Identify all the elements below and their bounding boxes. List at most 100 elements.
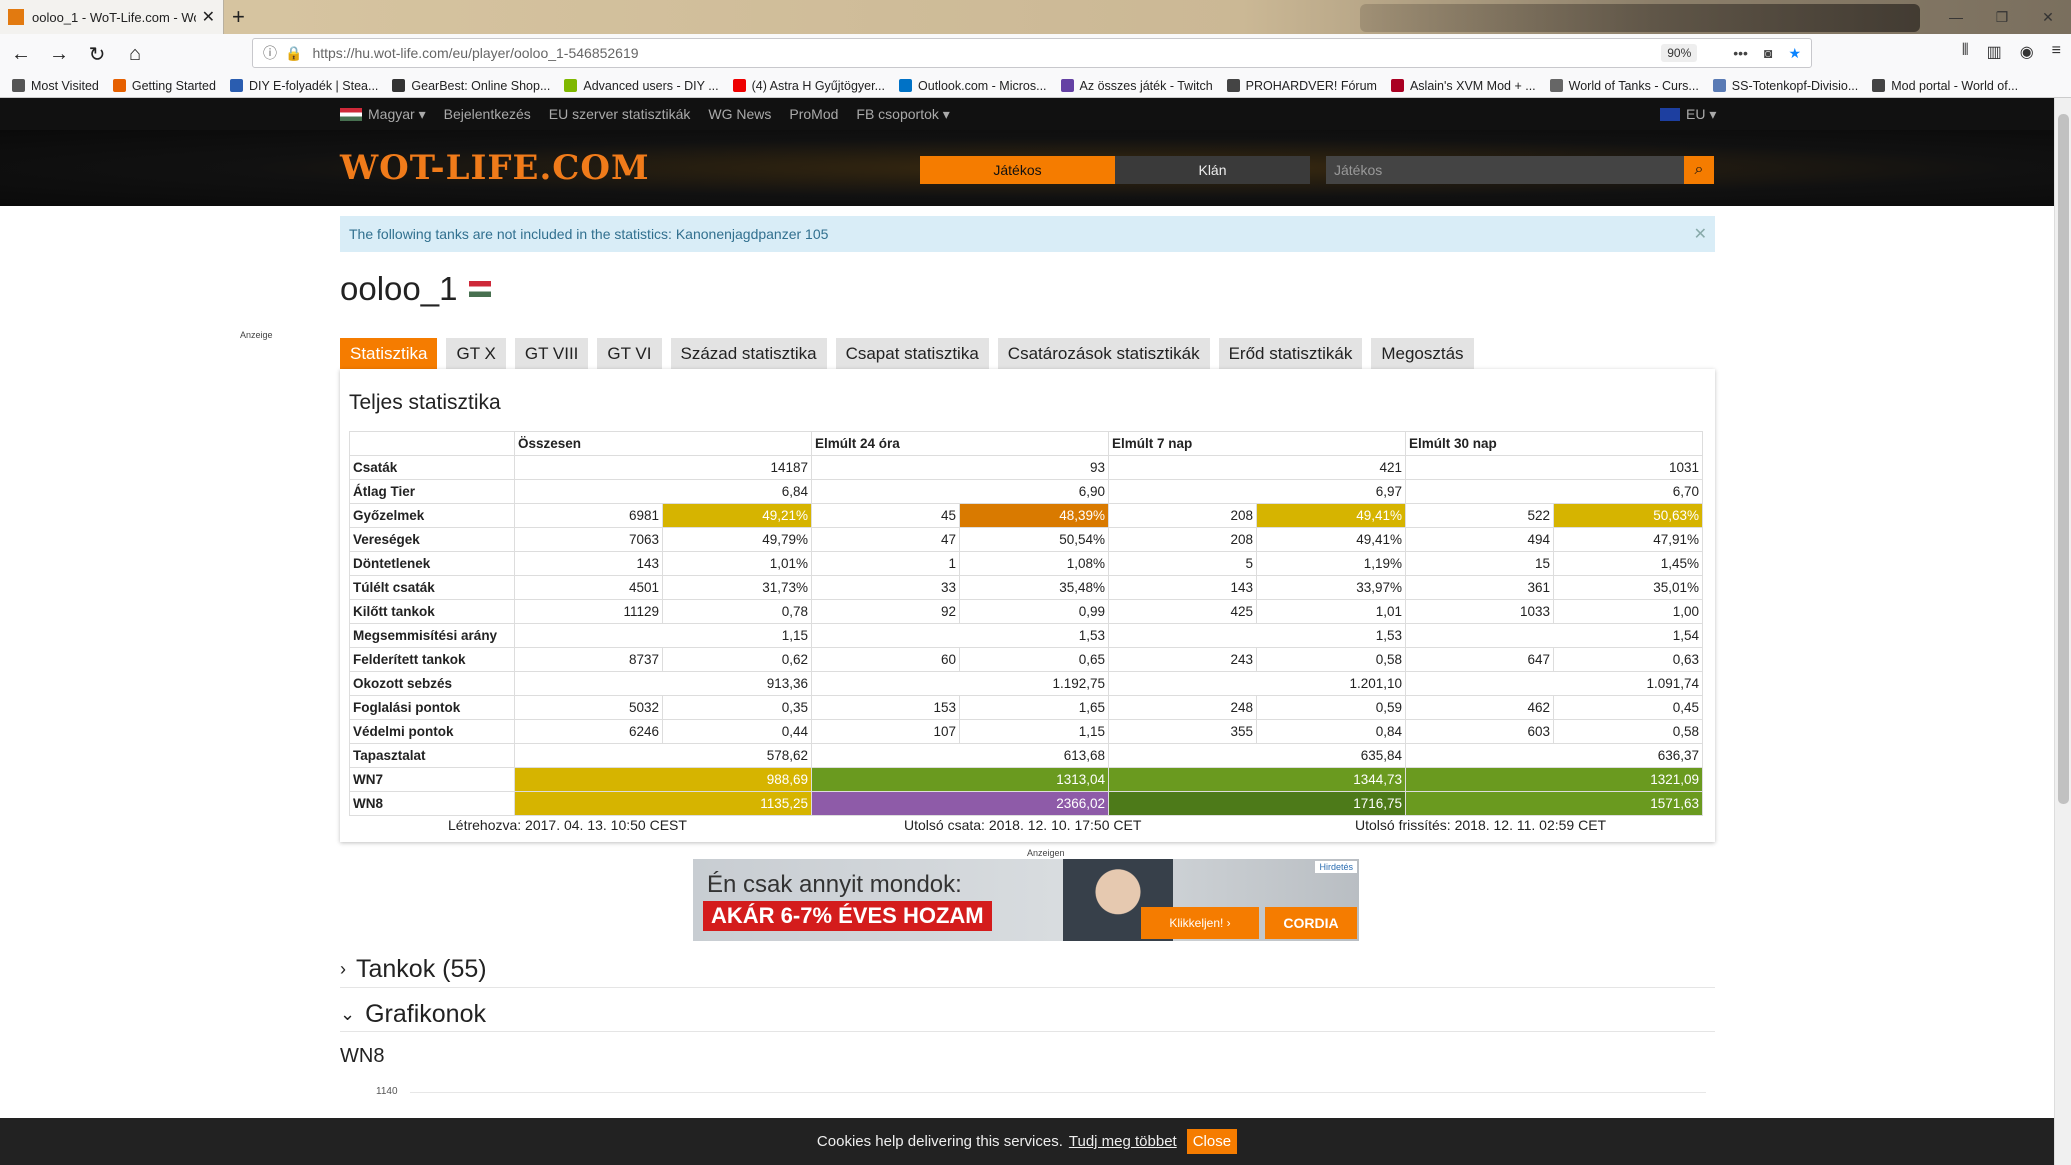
account-icon[interactable]: ◉ <box>2020 42 2034 62</box>
tab-title: ooloo_1 - WoT-Life.com - Worl <box>32 9 196 25</box>
bookmark-favicon-icon <box>732 79 746 92</box>
stat-tab[interactable]: GT VI <box>597 338 662 369</box>
back-icon[interactable]: ← <box>4 37 38 71</box>
bookmark-item[interactable]: Aslain's XVM Mod + ... <box>1390 79 1536 93</box>
bookmark-star-icon[interactable]: ★ <box>1788 45 1801 62</box>
banner-brand: CORDIA <box>1265 907 1357 939</box>
bookmarks-toolbar: Most Visited Getting Started DIY E-folyadé… <box>0 74 2071 98</box>
bookmark-item[interactable]: Mod portal - World of... <box>1872 79 2018 93</box>
table-cell: 1033 <box>1405 599 1554 624</box>
cookie-close-button[interactable]: Close <box>1186 1129 1238 1154</box>
last-update: Utolsó frissítés: 2018. 12. 11. 02:59 CE… <box>1355 817 1607 833</box>
site-menu-item[interactable]: EU szerver statisztikák <box>549 106 691 122</box>
table-row: Döntetlenek 143 1,01% 1 1,08% 5 1,19% 15 1,45% <box>349 551 1703 576</box>
ad-banner[interactable]: Én csak annyit mondok: AKÁR 6-7% ÉVES HO… <box>693 859 1359 941</box>
home-icon[interactable]: ⌂ <box>118 37 152 71</box>
bookmark-item[interactable]: SS-Totenkopf-Divisio... <box>1712 79 1858 93</box>
table-cell: 1313,04 <box>811 767 1109 792</box>
site-menu: Magyar ▾ Bejelentkezés EU szerver statiszt… <box>340 106 950 123</box>
table-header: Elmúlt 24 óra <box>811 431 1109 456</box>
table-cell: 47 <box>811 527 960 552</box>
bookmark-item[interactable]: Most Visited <box>12 79 99 93</box>
restore-icon[interactable]: ❐ <box>1979 0 2025 34</box>
url-bar[interactable]: ⓘ 🔒 https://hu.wot-life.com/eu/player/oo… <box>252 38 1812 68</box>
stat-tab[interactable]: Csapat statisztika <box>835 338 989 369</box>
bookmark-favicon-icon <box>112 79 126 92</box>
site-menu-item[interactable]: Magyar ▾ <box>340 106 426 123</box>
browser-tab[interactable]: ooloo_1 - WoT-Life.com - Worl ✕ <box>0 0 224 34</box>
toggle-clan[interactable]: Klán <box>1115 156 1310 184</box>
site-topbar: Magyar ▾ Bejelentkezés EU szerver statiszt… <box>0 98 2054 130</box>
table-cell: 1,08% <box>959 551 1109 576</box>
menu-icon[interactable]: ≡ <box>2052 42 2061 62</box>
region-selector[interactable]: EU ▾ <box>1660 106 1716 123</box>
bookmark-item[interactable]: GearBest: Online Shop... <box>392 79 550 93</box>
bookmark-favicon-icon <box>229 79 243 92</box>
table-cell: Felderített tankok <box>349 647 515 672</box>
stat-tab[interactable]: GT VIII <box>514 338 589 369</box>
table-cell: 6,70 <box>1405 479 1703 504</box>
minimize-icon[interactable]: — <box>1933 0 1979 34</box>
stat-tab[interactable]: Megosztás <box>1371 338 1474 369</box>
bookmark-item[interactable]: Getting Started <box>112 79 216 93</box>
close-tab-icon[interactable]: ✕ <box>202 7 215 27</box>
table-cell: Megsemmisítési arány <box>349 623 515 648</box>
bookmark-item[interactable]: Az összes játék - Twitch <box>1060 79 1213 93</box>
reload-icon[interactable]: ↻ <box>80 37 114 71</box>
table-cell: 635,84 <box>1108 743 1406 768</box>
info-icon[interactable]: ⓘ <box>263 43 277 63</box>
toggle-player[interactable]: Játékos <box>920 156 1115 184</box>
site-menu-item[interactable]: Bejelentkezés <box>444 106 531 122</box>
y-axis-tick: 1140 <box>376 1086 398 1097</box>
bookmark-item[interactable]: PROHARDVER! Fórum <box>1226 79 1377 93</box>
banner-cta-button[interactable]: Klikkeljen! › <box>1141 907 1259 939</box>
table-cell: 913,36 <box>514 671 812 696</box>
table-header-row: Összesen Elmúlt 24 óra Elmúlt 7 nap Elmú… <box>349 431 1703 456</box>
stat-tab[interactable]: Statisztika <box>340 338 438 369</box>
close-window-icon[interactable]: ✕ <box>2025 0 2071 34</box>
table-cell: 0,78 <box>662 599 812 624</box>
page-scrollbar[interactable] <box>2054 98 2071 1165</box>
site-header: WOT-LIFE.COM Játékos Klán Játékos ⌕ <box>0 130 2054 206</box>
table-cell: Csaták <box>349 455 515 480</box>
bookmark-item[interactable]: World of Tanks - Curs... <box>1549 79 1699 93</box>
site-menu-item[interactable]: FB csoportok ▾ <box>856 106 949 123</box>
bookmark-item[interactable]: DIY E-folyadék | Stea... <box>229 79 378 93</box>
stat-tab[interactable]: Század statisztika <box>670 338 827 369</box>
stat-tab[interactable]: GT X <box>446 338 506 369</box>
stat-tab[interactable]: Erőd statisztikák <box>1218 338 1363 369</box>
new-tab-icon[interactable]: + <box>232 4 245 30</box>
forward-icon[interactable]: → <box>42 37 76 71</box>
stat-tab[interactable]: Csatározások statisztikák <box>997 338 1210 369</box>
table-cell: WN8 <box>349 791 515 816</box>
page-actions-icon[interactable]: ••• <box>1733 45 1748 61</box>
cookie-learn-more-link[interactable]: Tudj meg többet <box>1069 1133 1177 1150</box>
table-row: Megsemmisítési arány 1,15 1,53 1,53 1,54 <box>349 623 1703 648</box>
zoom-level[interactable]: 90% <box>1661 44 1698 62</box>
table-cell: 0,58 <box>1256 647 1406 672</box>
bookmark-label: Advanced users - DIY ... <box>583 78 719 93</box>
search-icon[interactable]: ⌕ <box>1684 156 1714 184</box>
bookmark-item[interactable]: (4) Astra H Gyűjtögyer... <box>732 79 885 93</box>
bookmark-item[interactable]: Outlook.com - Micros... <box>899 79 1047 93</box>
table-cell: 0,58 <box>1553 719 1703 744</box>
search-input[interactable]: Játékos <box>1326 156 1684 184</box>
close-icon[interactable]: ✕ <box>1694 224 1707 244</box>
url-text[interactable]: https://hu.wot-life.com/eu/player/ooloo_… <box>312 45 1661 61</box>
bookmark-item[interactable]: Advanced users - DIY ... <box>564 78 719 93</box>
banner-ad-tag[interactable]: Hirdetés <box>1315 861 1357 873</box>
site-logo[interactable]: WOT-LIFE.COM <box>340 148 650 188</box>
scrollbar-thumb[interactable] <box>2058 114 2069 804</box>
stats-panel: Teljes statisztika Összesen Elmúlt 24 ór… <box>340 369 1715 842</box>
table-row: Vereségek 7063 49,79% 47 50,54% 208 49,41% 494 4… <box>349 527 1703 552</box>
charts-section-toggle[interactable]: ⌄ Grafikonok <box>340 998 1715 1032</box>
tanks-section-toggle[interactable]: › Tankok (55) <box>340 952 1715 988</box>
site-menu-item[interactable]: WG News <box>708 106 771 122</box>
table-cell: 35,01% <box>1553 575 1703 600</box>
pocket-icon[interactable]: ◙ <box>1764 45 1772 61</box>
library-icon[interactable]: ⫴ <box>1962 42 1969 62</box>
table-cell: 613,68 <box>811 743 1109 768</box>
site-menu-item[interactable]: ProMod <box>789 106 838 122</box>
sidebar-icon[interactable]: ▥ <box>1987 42 2002 62</box>
table-row: Győzelmek 6981 49,21% 45 48,39% 208 49,41% 522 5… <box>349 503 1703 528</box>
